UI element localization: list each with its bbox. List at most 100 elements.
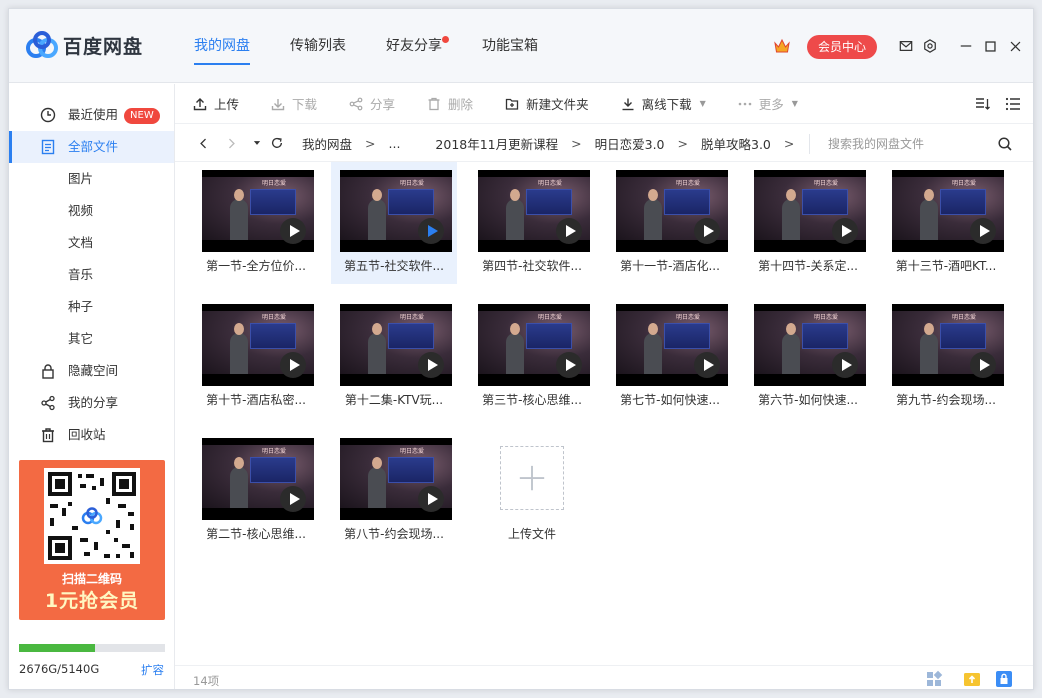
- list-view-icon[interactable]: [1005, 96, 1021, 112]
- video-file-item[interactable]: 明日恋爱 第六节-如何快速...: [745, 296, 871, 418]
- play-icon: [418, 218, 444, 244]
- expand-storage-link[interactable]: 扩容: [141, 662, 164, 678]
- presentation-screen: [250, 323, 296, 349]
- vip-center-button[interactable]: 会员中心: [807, 35, 877, 59]
- sidebar-item-label: 视频: [68, 203, 94, 218]
- video-thumbnail: 明日恋爱: [340, 304, 452, 386]
- sidebar-item-recent[interactable]: 最近使用 NEW: [9, 99, 174, 131]
- video-file-item[interactable]: 明日恋爱 第四节-社交软件...: [469, 162, 595, 284]
- breadcrumb-item[interactable]: 明日恋爱3.0: [595, 134, 665, 153]
- video-file-item[interactable]: 明日恋爱 第七节-如何快速...: [607, 296, 733, 418]
- video-file-item[interactable]: 明日恋爱 第一节-全方位价...: [193, 162, 319, 284]
- crown-icon[interactable]: [773, 37, 791, 55]
- sidebar-item-documents[interactable]: 文档: [9, 227, 174, 259]
- video-file-item[interactable]: 明日恋爱第十四节-关系定...: [745, 162, 871, 284]
- nav-my-disk[interactable]: 我的网盘: [185, 9, 259, 83]
- chevron-down-icon: ▼: [699, 99, 706, 108]
- video-file-item[interactable]: 明日恋爱 第九节-约会现场...: [883, 296, 1009, 418]
- new-folder-label: 新建文件夹: [526, 97, 589, 112]
- thumbnail-brand: 明日恋爱: [262, 180, 287, 187]
- new-folder-button[interactable]: 新建文件夹: [505, 94, 589, 113]
- sidebar-item-other[interactable]: 其它: [9, 323, 174, 355]
- video-file-item[interactable]: 明日恋爱 第十节-酒店私密...: [193, 296, 319, 418]
- close-icon[interactable]: [1006, 37, 1024, 55]
- upload-folder-icon[interactable]: [963, 670, 981, 688]
- upload-file-tile[interactable]: 上传文件: [469, 430, 595, 552]
- breadcrumb-item[interactable]: ...: [389, 136, 401, 151]
- toolbar: 上传 下载 分享 删除 新建文件夹 离线下载 ▼ 更多 ▼: [175, 84, 1033, 124]
- minimize-icon[interactable]: [957, 37, 975, 55]
- presenter-head: [924, 323, 934, 335]
- video-file-item[interactable]: 明日恋爱 第十一节-酒店化...: [607, 162, 733, 284]
- play-icon: [970, 352, 996, 378]
- presentation-screen: [388, 323, 434, 349]
- forward-icon[interactable]: [223, 135, 239, 151]
- presenter-figure: [506, 199, 524, 240]
- video-file-item[interactable]: 明日恋爱 第五节-社交软件...: [331, 162, 457, 284]
- sidebar-item-label: 隐藏空间: [68, 363, 119, 378]
- sidebar-item-videos[interactable]: 视频: [9, 195, 174, 227]
- maximize-icon[interactable]: [981, 37, 999, 55]
- sidebar-item-recycle-bin[interactable]: 回收站: [9, 419, 174, 451]
- refresh-icon[interactable]: [269, 135, 285, 151]
- sidebar-item-all-files[interactable]: 全部文件: [9, 131, 174, 163]
- grid-view-icon[interactable]: [925, 670, 943, 688]
- video-file-item[interactable]: 明日恋爱 第十三节-酒吧KT...: [883, 162, 1009, 284]
- thumbnail-brand: 明日恋爱: [262, 314, 287, 321]
- sidebar-item-torrents[interactable]: 种子: [9, 291, 174, 323]
- download-button[interactable]: 下载: [271, 94, 317, 113]
- vip-promo-banner[interactable]: 扫描二维码 1元抢会员: [19, 460, 165, 620]
- sort-icon[interactable]: [975, 96, 991, 112]
- video-file-item[interactable]: 明日恋爱 第二节-核心思维...: [193, 430, 319, 552]
- presenter-figure: [230, 199, 248, 240]
- presenter-figure: [368, 467, 386, 508]
- breadcrumb-item[interactable]: 2018年11月更新课程: [435, 134, 558, 153]
- search-icon[interactable]: [997, 136, 1013, 152]
- delete-button[interactable]: 删除: [427, 94, 473, 113]
- video-file-item[interactable]: 明日恋爱 第三节-核心思维...: [469, 296, 595, 418]
- app-name: 百度网盘: [63, 35, 144, 58]
- nav-friend-share[interactable]: 好友分享: [377, 9, 451, 83]
- sidebar-item-images[interactable]: 图片: [9, 163, 174, 195]
- video-thumbnail: 明日恋爱: [754, 304, 866, 386]
- thumbnail-brand: 明日恋爱: [400, 448, 425, 455]
- safe-box-lock-icon[interactable]: [995, 670, 1013, 688]
- nav-transfer-list[interactable]: 传输列表: [281, 9, 355, 83]
- video-file-item[interactable]: 明日恋爱 第十二集-KTV玩...: [331, 296, 457, 418]
- offline-download-button[interactable]: 离线下载 ▼: [621, 94, 706, 113]
- mail-icon[interactable]: [897, 37, 915, 55]
- share-button[interactable]: 分享: [349, 94, 395, 113]
- breadcrumb-item[interactable]: 我的网盘: [302, 134, 352, 153]
- sidebar-item-hidden-space[interactable]: 隐藏空间: [9, 355, 174, 387]
- video-file-item[interactable]: 明日恋爱 第八节-约会现场...: [331, 430, 457, 552]
- nav-toolbox[interactable]: 功能宝箱: [473, 9, 547, 83]
- clock-icon: [40, 107, 56, 123]
- video-thumbnail: 明日恋爱: [892, 304, 1004, 386]
- history-dropdown-icon[interactable]: [249, 135, 265, 151]
- sidebar-item-music[interactable]: 音乐: [9, 259, 174, 291]
- video-thumbnail: 明日恋爱: [754, 170, 866, 252]
- sidebar-item-label: 种子: [68, 299, 94, 314]
- search-input[interactable]: [828, 135, 988, 153]
- breadcrumb-item[interactable]: 脱单攻略3.0: [701, 134, 771, 153]
- presenter-figure: [920, 199, 938, 240]
- file-name: 第十四节-关系定...: [758, 259, 858, 273]
- more-dots-icon: [738, 102, 752, 105]
- presenter-head: [648, 323, 658, 335]
- more-button[interactable]: 更多 ▼: [738, 94, 798, 113]
- presenter-figure: [368, 199, 386, 240]
- presentation-screen: [664, 189, 710, 215]
- upload-button[interactable]: 上传: [193, 94, 239, 113]
- presenter-head: [786, 323, 796, 335]
- main-panel: 上传 下载 分享 删除 新建文件夹 离线下载 ▼ 更多 ▼ 我的网盘 > ...…: [175, 84, 1033, 689]
- settings-gear-icon[interactable]: [921, 37, 939, 55]
- video-thumbnail: 明日恋爱: [892, 170, 1004, 252]
- thumbnail-brand: 明日恋爱: [952, 180, 977, 187]
- trash-icon: [428, 97, 440, 110]
- presentation-screen: [802, 189, 848, 215]
- play-icon: [832, 218, 858, 244]
- presenter-figure: [230, 333, 248, 374]
- back-icon[interactable]: [195, 135, 211, 151]
- sidebar-item-my-share[interactable]: 我的分享: [9, 387, 174, 419]
- video-thumbnail: 明日恋爱: [616, 304, 728, 386]
